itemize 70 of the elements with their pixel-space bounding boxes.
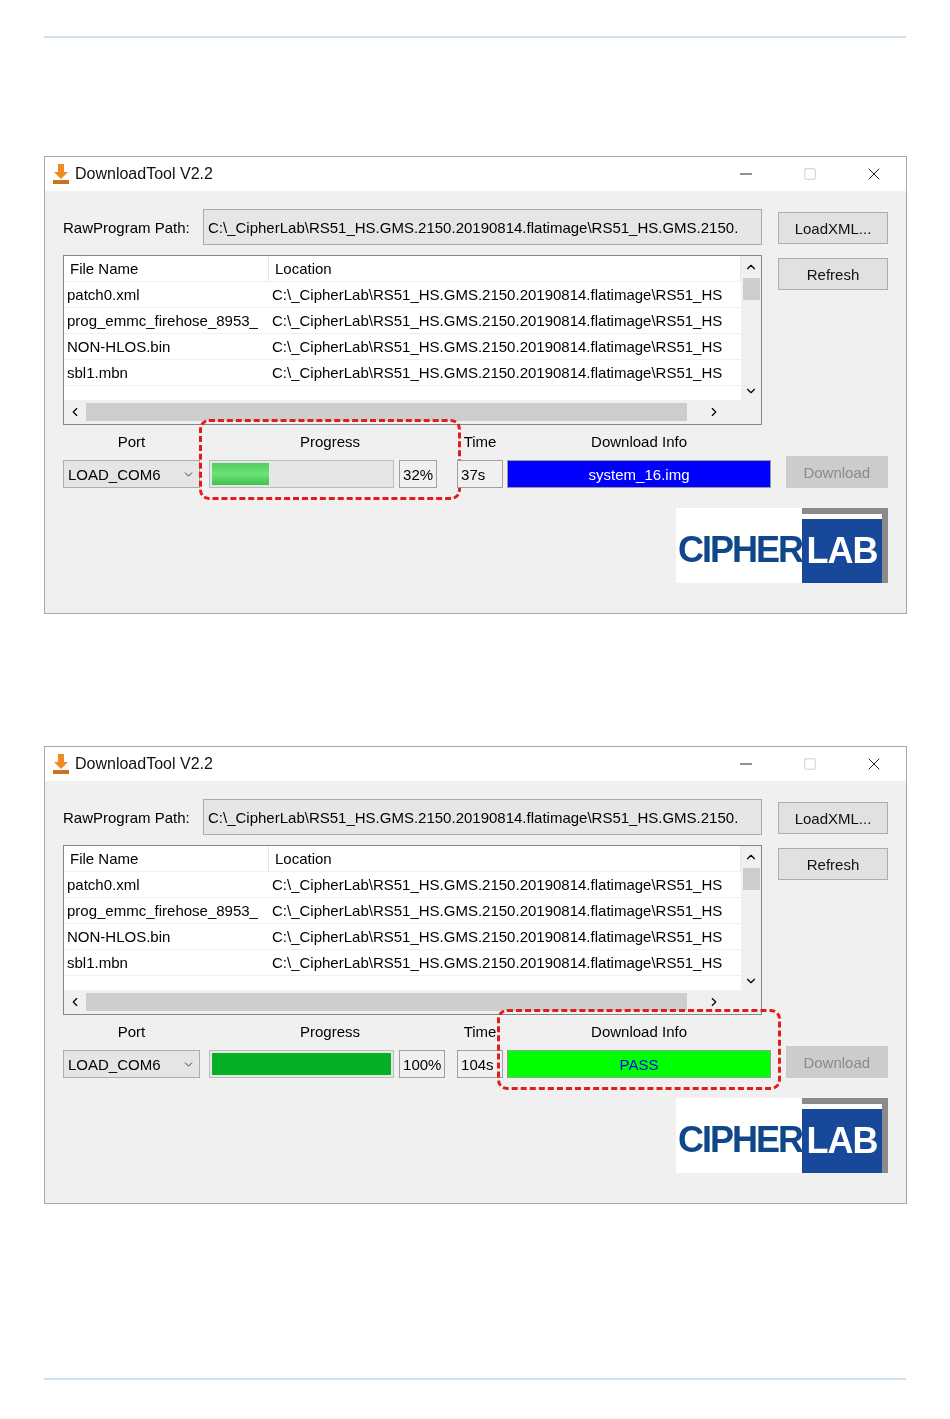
minimize-icon <box>740 173 752 175</box>
horizontal-scrollbar[interactable] <box>64 990 741 1014</box>
table-row[interactable]: prog_emmc_firehose_8953_ C:\_CipherLab\RS51_HS.GMS.2150.20190814.flatimage\RS51_HS <box>64 308 741 334</box>
download-icon <box>53 164 69 184</box>
table-row[interactable]: sbl1.mbn C:\_CipherLab\RS51_HS.GMS.2150.20190814.flatimage\RS51_HS <box>64 950 741 976</box>
port-dropdown[interactable]: LOAD_COM6 <box>63 1050 200 1078</box>
scroll-thumb[interactable] <box>742 278 760 300</box>
logo-text: LAB <box>802 1109 883 1173</box>
location-cell-text: C:\_CipherLab\RS51_HS.GMS.2150.20190814.flatimage\RS51_HS <box>271 285 724 305</box>
percent-readout: 32% <box>399 460 438 488</box>
scroll-thumb[interactable] <box>86 403 687 421</box>
vertical-scrollbar[interactable] <box>741 846 761 990</box>
file-name-cell-text: sbl1.mbn <box>66 363 129 383</box>
port-dropdown[interactable]: LOAD_COM6 <box>63 460 200 488</box>
path-field[interactable]: C:\_CipherLab\RS51_HS.GMS.2150.20190814.flatimage\RS51_HS.GMS.2150. <box>203 799 762 835</box>
file-name-cell-text: sbl1.mbn <box>66 953 129 973</box>
download-info-field: PASS <box>507 1050 772 1078</box>
table-row[interactable]: prog_emmc_firehose_8953_ C:\_CipherLab\RS51_HS.GMS.2150.20190814.flatimage\RS51_HS <box>64 898 741 924</box>
refresh-button[interactable]: Refresh <box>778 258 888 290</box>
download-info-header: Download Info <box>591 433 687 450</box>
table-row[interactable]: patch0.xml C:\_CipherLab\RS51_HS.GMS.2150.20190814.flatimage\RS51_HS <box>64 282 741 308</box>
logo-text: LAB <box>802 519 883 583</box>
time-readout: 104s <box>457 1050 504 1078</box>
minimize-icon <box>740 763 752 765</box>
logo-text: CIPHER <box>678 1119 803 1161</box>
port-header: Port <box>117 1023 146 1040</box>
location-cell-text: C:\_CipherLab\RS51_HS.GMS.2150.20190814.flatimage\RS51_HS <box>271 363 724 383</box>
file-name-cell-text: NON-HLOS.bin <box>66 337 172 357</box>
load-xml-button[interactable]: LoadXML... <box>778 802 888 834</box>
window-title: DownloadTool V2.2 <box>75 755 214 773</box>
path-label: RawProgram Path: <box>63 808 191 826</box>
location-cell-text: C:\_CipherLab\RS51_HS.GMS.2150.20190814.flatimage\RS51_HS <box>271 927 724 947</box>
table-row[interactable]: NON-HLOS.bin C:\_CipherLab\RS51_HS.GMS.2150.20190814.flatimage\RS51_HS <box>64 334 741 360</box>
location-cell-text: C:\_CipherLab\RS51_HS.GMS.2150.20190814.flatimage\RS51_HS <box>271 311 724 331</box>
column-header[interactable]: File Name <box>64 846 269 871</box>
table-row[interactable]: patch0.xml C:\_CipherLab\RS51_HS.GMS.2150.20190814.flatimage\RS51_HS <box>64 872 741 898</box>
port-header: Port <box>117 433 146 450</box>
table-row[interactable]: sbl1.mbn C:\_CipherLab\RS51_HS.GMS.2150.20190814.flatimage\RS51_HS <box>64 360 741 386</box>
download-icon <box>53 754 69 774</box>
scroll-thumb[interactable] <box>86 993 687 1011</box>
load-xml-button[interactable]: LoadXML... <box>778 212 888 244</box>
file-name-cell-text: patch0.xml <box>66 875 141 895</box>
progress-header: Progress <box>300 433 361 450</box>
maximize-icon <box>803 167 817 181</box>
location-cell-text: C:\_CipherLab\RS51_HS.GMS.2150.20190814.flatimage\RS51_HS <box>271 875 724 895</box>
file-name-cell-text: NON-HLOS.bin <box>66 927 172 947</box>
vertical-scrollbar[interactable] <box>741 256 761 400</box>
file-name-cell-text: prog_emmc_firehose_8953_ <box>66 901 259 921</box>
time-header: Time <box>463 433 497 450</box>
refresh-button[interactable]: Refresh <box>778 848 888 880</box>
path-field[interactable]: C:\_CipherLab\RS51_HS.GMS.2150.20190814.flatimage\RS51_HS.GMS.2150. <box>203 209 762 245</box>
table-row[interactable]: NON-HLOS.bin C:\_CipherLab\RS51_HS.GMS.2150.20190814.flatimage\RS51_HS <box>64 924 741 950</box>
location-cell-text: C:\_CipherLab\RS51_HS.GMS.2150.20190814.flatimage\RS51_HS <box>271 337 724 357</box>
progress-header: Progress <box>300 1023 361 1040</box>
percent-readout: 100% <box>399 1050 446 1078</box>
location-cell-text: C:\_CipherLab\RS51_HS.GMS.2150.20190814.flatimage\RS51_HS <box>271 953 724 973</box>
time-header: Time <box>463 1023 497 1040</box>
path-label: RawProgram Path: <box>63 218 191 236</box>
file-name-cell-text: prog_emmc_firehose_8953_ <box>66 311 259 331</box>
file-name-cell-text: patch0.xml <box>66 285 141 305</box>
download-info-header: Download Info <box>591 1023 687 1040</box>
column-header[interactable]: File Name <box>64 256 269 281</box>
location-cell-text: C:\_CipherLab\RS51_HS.GMS.2150.20190814.flatimage\RS51_HS <box>271 901 724 921</box>
maximize-icon <box>803 757 817 771</box>
scroll-thumb[interactable] <box>742 868 760 890</box>
time-readout: 37s <box>457 460 504 488</box>
horizontal-scrollbar[interactable] <box>64 400 741 424</box>
download-info-field: system_16.img <box>507 460 772 488</box>
window-title: DownloadTool V2.2 <box>75 165 214 183</box>
logo-text: CIPHER <box>678 529 803 571</box>
